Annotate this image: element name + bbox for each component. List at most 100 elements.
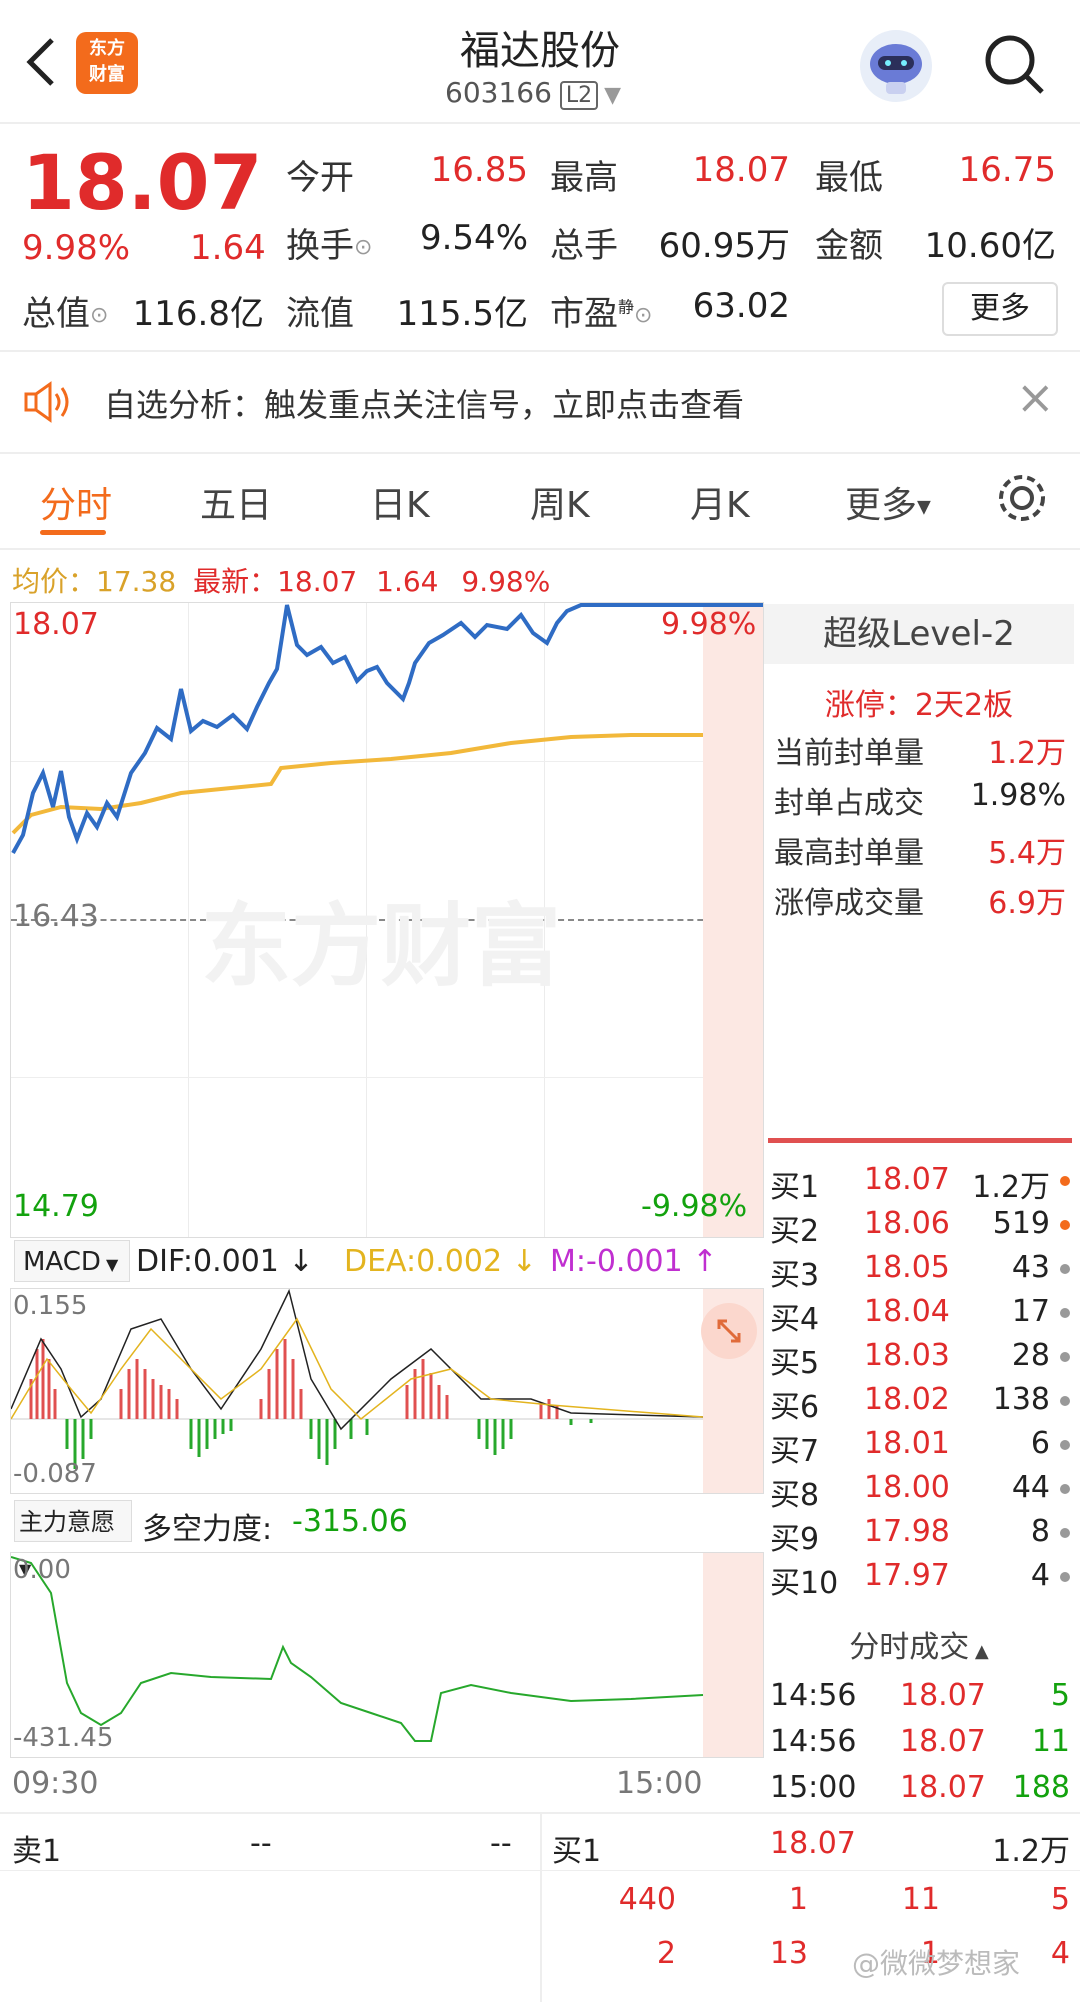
amount-value: 10.60亿: [924, 226, 1056, 266]
turnover-value: 9.54%: [419, 218, 528, 258]
bid-price: 18.02: [864, 1382, 950, 1417]
volume-label: 总手: [550, 226, 618, 266]
chevron-down-icon: ▼: [604, 83, 622, 108]
bid-row[interactable]: 买3 18.05 43: [768, 1250, 1074, 1294]
bid-row[interactable]: 买5 18.03 28: [768, 1338, 1074, 1382]
notice-bar[interactable]: 自选分析：触发重点关注信号，立即点击查看 ×: [0, 350, 1080, 454]
tab-indicator: [40, 530, 106, 535]
bid-price: 18.05: [864, 1250, 950, 1285]
trade-price: 18.07: [900, 1678, 986, 1713]
bid-volume: 138: [992, 1382, 1050, 1417]
bid-volume: 28: [1011, 1338, 1050, 1373]
bid-price: 18.06: [864, 1206, 950, 1241]
trade-time: 14:56: [770, 1678, 857, 1713]
tab-more[interactable]: 更多▼: [845, 476, 931, 528]
bid-row[interactable]: 买10 17.97 4: [768, 1558, 1074, 1602]
order-dot: [1060, 1352, 1070, 1362]
bid-row[interactable]: 买6 18.02 138: [768, 1382, 1074, 1426]
queue-cell: 5: [1050, 1882, 1070, 1917]
bid-label: 买7: [770, 1434, 820, 1469]
bid-label: 买6: [770, 1390, 820, 1425]
mktcap-value: 116.8亿: [132, 294, 264, 334]
order-dot: [1060, 1484, 1070, 1494]
macd-chart[interactable]: 0.155 -0.087: [10, 1288, 764, 1494]
order-dot: [1060, 1176, 1070, 1186]
level2-row-value: 5.4万: [988, 836, 1066, 871]
time-start: 09:30: [12, 1766, 99, 1801]
stock-code[interactable]: 603166 L2 ▼: [445, 76, 622, 110]
tab-five-day[interactable]: 五日: [200, 476, 272, 528]
search-button[interactable]: [980, 30, 1050, 100]
level2-row-value: 6.9万: [988, 886, 1066, 921]
buy1-label: 买1: [552, 1834, 602, 1869]
force-selector[interactable]: 主力意愿 ▼: [14, 1500, 132, 1579]
close-icon[interactable]: ×: [1016, 370, 1055, 424]
more-button[interactable]: 更多: [942, 282, 1058, 336]
bid-row[interactable]: 买9 17.98 8: [768, 1514, 1074, 1558]
queue-cell: 1: [788, 1882, 808, 1917]
divider-line: [768, 1138, 1072, 1143]
info-icon: ⊙: [634, 303, 653, 328]
bid-label: 买10: [770, 1566, 839, 1601]
trades-header[interactable]: 分时成交 ▲: [764, 1622, 1074, 1676]
robot-assistant-icon[interactable]: [860, 30, 932, 102]
search-icon: [985, 35, 1044, 94]
bid-row[interactable]: 买7 18.01 6: [768, 1426, 1074, 1470]
pe-label: 市盈静⊙: [550, 294, 653, 334]
level2-row-label: 涨停成交量: [774, 886, 924, 921]
tab-daily-k[interactable]: 日K: [370, 476, 430, 528]
turnover-label: 换手⊙: [286, 226, 373, 266]
force-ymin: -431.45: [13, 1723, 114, 1753]
expand-button[interactable]: [701, 1303, 757, 1359]
bid-row[interactable]: 买1 18.07 1.2万: [768, 1162, 1074, 1206]
macd-ymax: 0.155: [13, 1291, 88, 1321]
tab-weekly-k[interactable]: 周K: [530, 476, 590, 528]
low-label: 最低: [815, 158, 883, 198]
macd-m: M:-0.001 ↑: [550, 1244, 718, 1279]
change-value: 1.64: [190, 228, 266, 268]
low-value: 16.75: [958, 150, 1056, 190]
time-end: 15:00: [616, 1766, 703, 1801]
bid-label: 买3: [770, 1258, 820, 1293]
bid-price: 18.03: [864, 1338, 950, 1373]
bid-label: 买4: [770, 1302, 820, 1337]
bid-volume: 8: [1030, 1514, 1050, 1549]
force-value: -315.06: [292, 1504, 408, 1539]
bid-row[interactable]: 买2 18.06 519: [768, 1206, 1074, 1250]
caret-down-icon: ▼: [100, 1255, 119, 1274]
force-chart[interactable]: 0.00 -431.45: [10, 1552, 764, 1758]
tab-monthly-k[interactable]: 月K: [690, 476, 750, 528]
amount-label: 金额: [815, 226, 883, 266]
notice-text: 自选分析：触发重点关注信号，立即点击查看: [104, 386, 745, 424]
bid-volume: 44: [1011, 1470, 1050, 1505]
level2-header[interactable]: 超级Level-2: [764, 604, 1074, 664]
intraday-chart[interactable]: 东方财富 18.07 9.98% 16.43 14.79 -9.98%: [10, 602, 764, 1238]
change-pct: 9.98%: [22, 228, 131, 268]
level2-row-value: 1.98%: [970, 778, 1066, 813]
axis-mid-price: 16.43: [13, 899, 99, 934]
macd-selector[interactable]: MACD ▼: [14, 1240, 130, 1282]
float-value: 115.5亿: [396, 294, 528, 334]
bid-price: 18.01: [864, 1426, 950, 1461]
bid-row[interactable]: 买8 18.00 44: [768, 1470, 1074, 1514]
order-dot: [1060, 1264, 1070, 1274]
buy1-vol: 1.2万: [992, 1834, 1070, 1869]
bid-price: 18.00: [864, 1470, 950, 1505]
bid-row[interactable]: 买4 18.04 17: [768, 1294, 1074, 1338]
volume-value: 60.95万: [658, 226, 790, 266]
price-lines: [11, 603, 763, 854]
axis-top-pct: 9.98%: [661, 607, 757, 642]
open-label: 今开: [286, 158, 354, 198]
bid-volume: 43: [1011, 1250, 1050, 1285]
trade-time: 14:56: [770, 1724, 857, 1759]
bid-volume: 17: [1011, 1294, 1050, 1329]
macd-dif: DIF:0.001 ↓: [136, 1244, 314, 1279]
tab-intraday[interactable]: 分时: [40, 476, 112, 528]
settings-button[interactable]: [994, 470, 1050, 526]
order-dot: [1060, 1396, 1070, 1406]
bid-price: 18.04: [864, 1294, 950, 1329]
queue-cell: 11: [901, 1882, 940, 1917]
intraday-info: 均价：17.38 最新：18.07 1.64 9.98%: [12, 565, 551, 598]
bid-price: 17.98: [864, 1514, 950, 1549]
bid-price: 18.07: [864, 1162, 950, 1197]
